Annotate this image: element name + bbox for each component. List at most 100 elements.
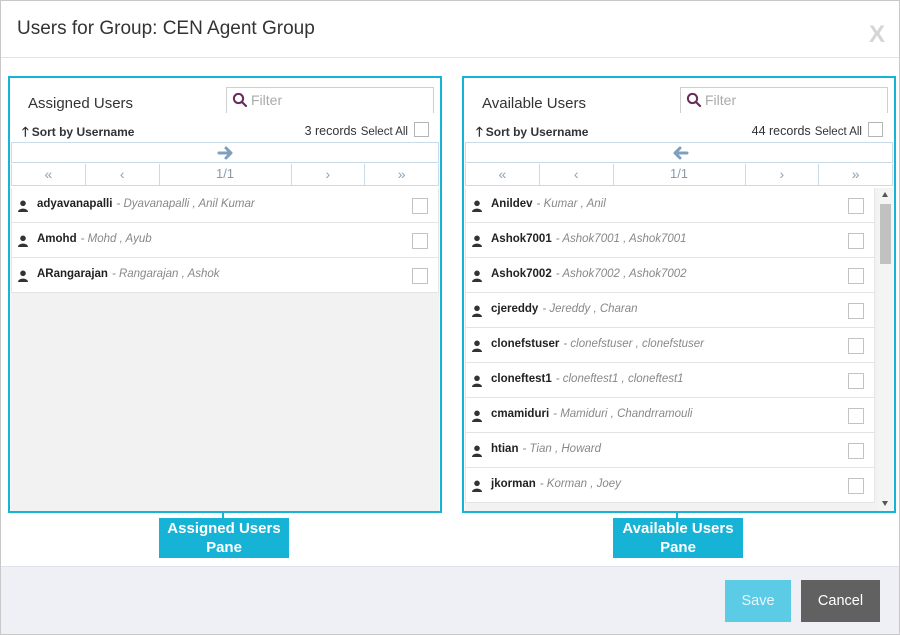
user-checkbox[interactable] xyxy=(848,478,864,494)
assigned-first-page-button[interactable]: « xyxy=(12,164,85,185)
assigned-users-pane: Assigned Users 🡑Sort by Username 3 recor… xyxy=(8,76,442,513)
assigned-select-all-label: Select All xyxy=(360,126,408,138)
available-records-text: 44 records xyxy=(751,124,811,138)
search-icon xyxy=(232,92,248,108)
arrow-left-icon xyxy=(673,146,689,160)
available-records-count: 44 records Select All xyxy=(752,124,862,138)
user-fullname: - Jereddy , Charan xyxy=(542,303,638,315)
assigned-last-page-button[interactable]: » xyxy=(364,164,438,185)
scrollbar-thumb[interactable] xyxy=(880,204,891,264)
username: cjereddy xyxy=(491,303,539,315)
list-item[interactable]: Ashok7001- Ashok7001 , Ashok7001 xyxy=(465,223,875,258)
save-button[interactable]: Save xyxy=(725,580,791,622)
assigned-prev-page-button[interactable]: ‹ xyxy=(84,164,159,185)
user-checkbox[interactable] xyxy=(848,408,864,424)
assigned-records-text: 3 records xyxy=(304,124,357,138)
user-fullname: - clonefstuser , clonefstuser xyxy=(563,338,705,350)
user-entry: clonefstuser - clonefstuser , clonefstuse… xyxy=(491,338,704,350)
cancel-button[interactable]: Cancel xyxy=(801,580,880,622)
username: jkorman xyxy=(491,478,536,490)
assigned-records-count: 3 records Select All xyxy=(305,124,408,138)
available-page-indicator: 1/1 xyxy=(612,164,745,185)
user-checkbox[interactable] xyxy=(412,268,428,284)
user-icon xyxy=(472,445,482,457)
available-first-page-button[interactable]: « xyxy=(466,164,539,185)
title-divider xyxy=(1,57,899,58)
available-select-all-checkbox[interactable] xyxy=(868,122,883,137)
list-item[interactable]: cjereddy - Jereddy , Charan xyxy=(465,293,875,328)
user-checkbox[interactable] xyxy=(848,233,864,249)
available-users-title: Available Users xyxy=(482,95,586,112)
username: Anildev xyxy=(491,198,533,210)
list-item[interactable]: clonefstuser - clonefstuser , clonefstuse… xyxy=(465,328,875,363)
user-checkbox[interactable] xyxy=(848,303,864,319)
user-fullname: - Mamiduri , Chandrramouli xyxy=(553,408,693,420)
user-icon xyxy=(472,375,482,387)
available-sort-label: Sort by Username xyxy=(485,125,589,139)
user-entry: Anildev - Kumar , Anil xyxy=(491,198,606,210)
arrow-right-icon xyxy=(217,146,233,160)
list-item[interactable]: htian - Tian , Howard xyxy=(465,433,875,468)
user-fullname: - Dyavanapalli , Anil Kumar xyxy=(116,198,255,210)
user-checkbox[interactable] xyxy=(848,443,864,459)
user-entry: Amohd - Mohd , Ayub xyxy=(37,233,152,245)
user-fullname: - cloneftest1 , cloneftest1 xyxy=(555,373,684,385)
list-item[interactable]: Anildev - Kumar , Anil xyxy=(465,188,875,223)
list-item[interactable]: Ashok7002- Ashok7002 , Ashok7002 xyxy=(465,258,875,293)
available-prev-page-button[interactable]: ‹ xyxy=(538,164,613,185)
list-item[interactable]: adyavanapalli - Dyavanapalli , Anil Kumar xyxy=(11,188,439,223)
username: Amohd xyxy=(37,233,77,245)
scroll-up-icon[interactable] xyxy=(882,192,888,197)
assigned-next-page-button[interactable]: › xyxy=(290,164,365,185)
assigned-select-all-checkbox[interactable] xyxy=(414,122,429,137)
dialog-footer: Save Cancel xyxy=(1,566,899,634)
username: htian xyxy=(491,443,519,455)
user-checkbox[interactable] xyxy=(848,268,864,284)
user-checkbox[interactable] xyxy=(412,198,428,214)
user-checkbox[interactable] xyxy=(412,233,428,249)
user-icon xyxy=(472,270,482,282)
user-entry: ARangarajan - Rangarajan , Ashok xyxy=(37,268,220,280)
user-icon xyxy=(18,200,28,212)
assigned-users-header: Assigned Users 🡑Sort by Username 3 recor… xyxy=(10,78,440,142)
user-entry: Ashok7001- Ashok7001 , Ashok7001 xyxy=(491,233,687,245)
close-icon[interactable]: X xyxy=(869,21,885,49)
user-entry: cloneftest1- cloneftest1 , cloneftest1 xyxy=(491,373,684,385)
list-item[interactable]: jkorman - Korman , Joey xyxy=(465,468,875,503)
available-list-scrollbar[interactable] xyxy=(878,188,893,511)
list-item[interactable]: ARangarajan - Rangarajan , Ashok xyxy=(11,258,439,293)
list-item[interactable]: cmamiduri - Mamiduri , Chandrramouli xyxy=(465,398,875,433)
user-entry: adyavanapalli - Dyavanapalli , Anil Kumar xyxy=(37,198,255,210)
list-item[interactable]: Amohd - Mohd , Ayub xyxy=(11,223,439,258)
assigned-users-title: Assigned Users xyxy=(28,95,134,112)
available-filter[interactable] xyxy=(680,87,888,113)
assigned-page-indicator: 1/1 xyxy=(158,164,291,185)
user-icon xyxy=(472,235,482,247)
assigned-users-pane-callout: Assigned Users Pane xyxy=(159,518,289,558)
user-entry: jkorman - Korman , Joey xyxy=(491,478,621,490)
user-checkbox[interactable] xyxy=(848,198,864,214)
username: cmamiduri xyxy=(491,408,550,420)
available-filter-input[interactable] xyxy=(705,91,880,109)
move-to-available-button[interactable] xyxy=(11,142,439,163)
user-checkbox[interactable] xyxy=(848,373,864,389)
user-icon xyxy=(18,270,28,282)
available-select-all-label: Select All xyxy=(814,126,862,138)
username: adyavanapalli xyxy=(37,198,113,210)
assigned-filter[interactable] xyxy=(226,87,434,113)
user-icon xyxy=(472,340,482,352)
available-pager: « ‹ 1/1 › » xyxy=(465,164,893,186)
list-item[interactable]: cloneftest1- cloneftest1 , cloneftest1 xyxy=(465,363,875,398)
user-fullname: - Mohd , Ayub xyxy=(80,233,152,245)
username: cloneftest1 xyxy=(491,373,552,385)
user-fullname: - Tian , Howard xyxy=(522,443,601,455)
assigned-filter-input[interactable] xyxy=(251,91,426,109)
arrow-up-icon: 🡑 xyxy=(22,124,29,139)
users-for-group-dialog: Users for Group: CEN Agent Group X Assig… xyxy=(0,0,900,635)
user-checkbox[interactable] xyxy=(848,338,864,354)
available-users-header: Available Users 🡑Sort by Username 44 rec… xyxy=(464,78,894,142)
move-to-assigned-button[interactable] xyxy=(465,142,893,163)
available-last-page-button[interactable]: » xyxy=(818,164,892,185)
scroll-down-icon[interactable] xyxy=(882,501,888,506)
available-next-page-button[interactable]: › xyxy=(744,164,819,185)
